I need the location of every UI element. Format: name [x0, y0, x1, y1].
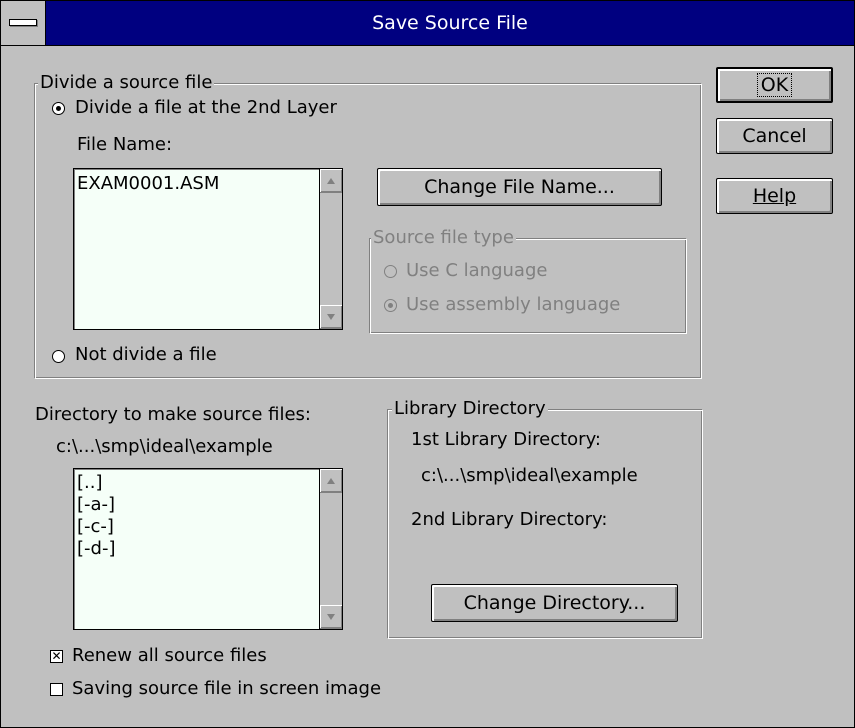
help-button-label: Help — [752, 185, 797, 207]
source-file-type-group — [369, 238, 687, 334]
renew-all-source-files-checkbox[interactable]: ✕ — [50, 650, 63, 663]
scroll-up-button[interactable] — [320, 469, 342, 493]
divide-group-legend: Divide a source file — [38, 72, 215, 94]
divide-at-2nd-layer-radio[interactable] — [52, 102, 65, 115]
not-divide-file-radio[interactable] — [52, 350, 65, 363]
not-divide-file-label[interactable]: Not divide a file — [75, 343, 217, 367]
change-directory-label: Change Directory... — [463, 592, 646, 614]
directory-label: Directory to make source files: — [35, 404, 311, 425]
check-mark-icon: ✕ — [51, 649, 62, 663]
directory-path: c:\...\smp\ideal\example — [56, 436, 273, 457]
ok-button[interactable]: OK — [716, 67, 833, 103]
arrow-up-icon — [327, 477, 335, 484]
list-item[interactable]: [-a-] — [74, 494, 342, 516]
help-button[interactable]: Help — [716, 178, 833, 214]
cancel-button[interactable]: Cancel — [716, 118, 833, 154]
change-file-name-label: Change File Name... — [424, 176, 615, 198]
use-assembly-language-radio[interactable] — [384, 299, 397, 312]
source-file-type-legend: Source file type — [371, 227, 516, 249]
renew-all-source-files-label[interactable]: Renew all source files — [72, 644, 267, 668]
change-file-name-button[interactable]: Change File Name... — [377, 168, 662, 206]
file-name-listbox[interactable]: EXAM0001.ASM — [73, 168, 343, 330]
use-c-language-label[interactable]: Use C language — [406, 259, 547, 283]
cancel-button-label: Cancel — [742, 125, 807, 147]
divide-at-2nd-layer-label[interactable]: Divide a file at the 2nd Layer — [75, 96, 337, 120]
second-library-label: 2nd Library Directory: — [411, 509, 608, 530]
scroll-down-button[interactable] — [320, 605, 342, 629]
radio-selected-dot — [388, 303, 393, 308]
file-name-label: File Name: — [77, 134, 173, 155]
first-library-path: c:\...\smp\ideal\example — [421, 465, 638, 486]
list-item[interactable]: EXAM0001.ASM — [74, 169, 342, 195]
first-library-label: 1st Library Directory: — [411, 429, 601, 450]
use-c-language-radio[interactable] — [384, 265, 397, 278]
system-menu-icon — [9, 19, 37, 26]
list-item[interactable]: [-c-] — [74, 516, 342, 538]
arrow-down-icon — [327, 613, 335, 620]
scroll-up-button[interactable] — [320, 169, 342, 193]
list-item[interactable]: [-d-] — [74, 538, 342, 560]
file-list-scrollbar[interactable] — [319, 169, 342, 329]
directory-scrollbar[interactable] — [319, 469, 342, 629]
library-directory-legend: Library Directory — [392, 398, 548, 420]
saving-screen-image-checkbox[interactable] — [50, 683, 63, 696]
window-title: Save Source File — [372, 12, 528, 34]
ok-button-label: OK — [756, 73, 793, 97]
system-menu-button[interactable] — [1, 1, 46, 45]
scroll-down-button[interactable] — [320, 305, 342, 329]
arrow-up-icon — [327, 177, 335, 184]
directory-listbox[interactable]: [..] [-a-] [-c-] [-d-] — [73, 468, 343, 630]
change-directory-button[interactable]: Change Directory... — [431, 584, 678, 622]
saving-screen-image-label[interactable]: Saving source file in screen image — [72, 677, 381, 701]
list-item[interactable]: [..] — [74, 472, 342, 494]
use-assembly-language-label[interactable]: Use assembly language — [406, 293, 620, 317]
arrow-down-icon — [327, 313, 335, 320]
radio-selected-dot — [56, 106, 61, 111]
